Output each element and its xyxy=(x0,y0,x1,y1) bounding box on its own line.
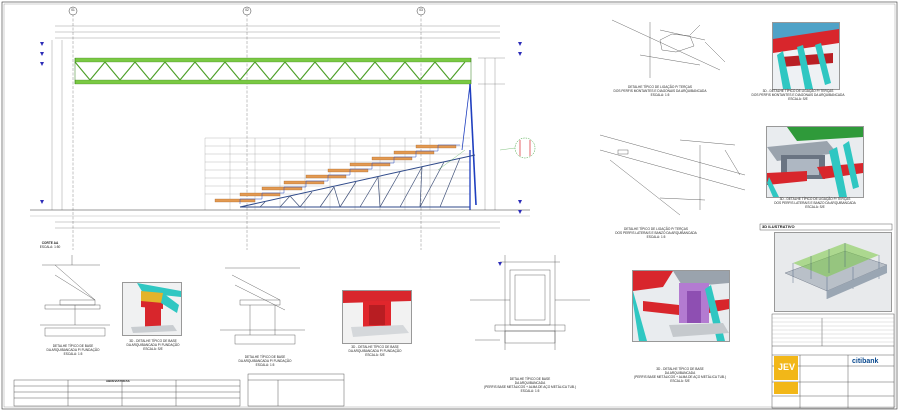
3d-view-isometrico-geral xyxy=(774,232,892,312)
3d-view-ligacao-laterais xyxy=(766,126,864,198)
detail-2-scale: ESCALA: S/E xyxy=(143,347,163,351)
axis-label-01: 01 xyxy=(71,8,75,12)
detail-10-scale: ESCALA: S/E xyxy=(805,205,825,209)
3d-view-ligacao-montantes xyxy=(772,22,840,90)
axis-label-03: 03 xyxy=(419,8,423,12)
detail-7-scale: ESCALA: 1:5 xyxy=(650,93,670,97)
detail-8-scale: ESCALA: S/E xyxy=(788,97,808,101)
detail-4-scale: ESCALA: S/E xyxy=(365,353,385,357)
detail-9-scale: ESCALA: 1:5 xyxy=(646,235,666,239)
main-elevation-scale: ESCALA: 1:50 xyxy=(39,245,61,249)
legend-title: ABREVIATURAS xyxy=(106,379,130,383)
company-logo: JEV xyxy=(778,362,796,372)
detail-6-scale: ESCALA: S/E xyxy=(670,379,690,383)
detail-1-scale: ESCALA: 1:5 xyxy=(63,352,83,356)
iso-section-title: 3D ILUSTRATIVO xyxy=(762,224,795,229)
axis-label-02: 02 xyxy=(245,8,249,12)
client-logo: citibank xyxy=(852,358,879,365)
detail-3-scale: ESCALA: 1:5 xyxy=(255,363,275,367)
3d-view-base-fundacao-2 xyxy=(342,290,412,344)
3d-view-base-arquibancada xyxy=(632,270,730,342)
detail-5-scale: ESCALA: 1:5 xyxy=(520,389,540,393)
3d-view-base-fundacao-1 xyxy=(122,282,182,336)
